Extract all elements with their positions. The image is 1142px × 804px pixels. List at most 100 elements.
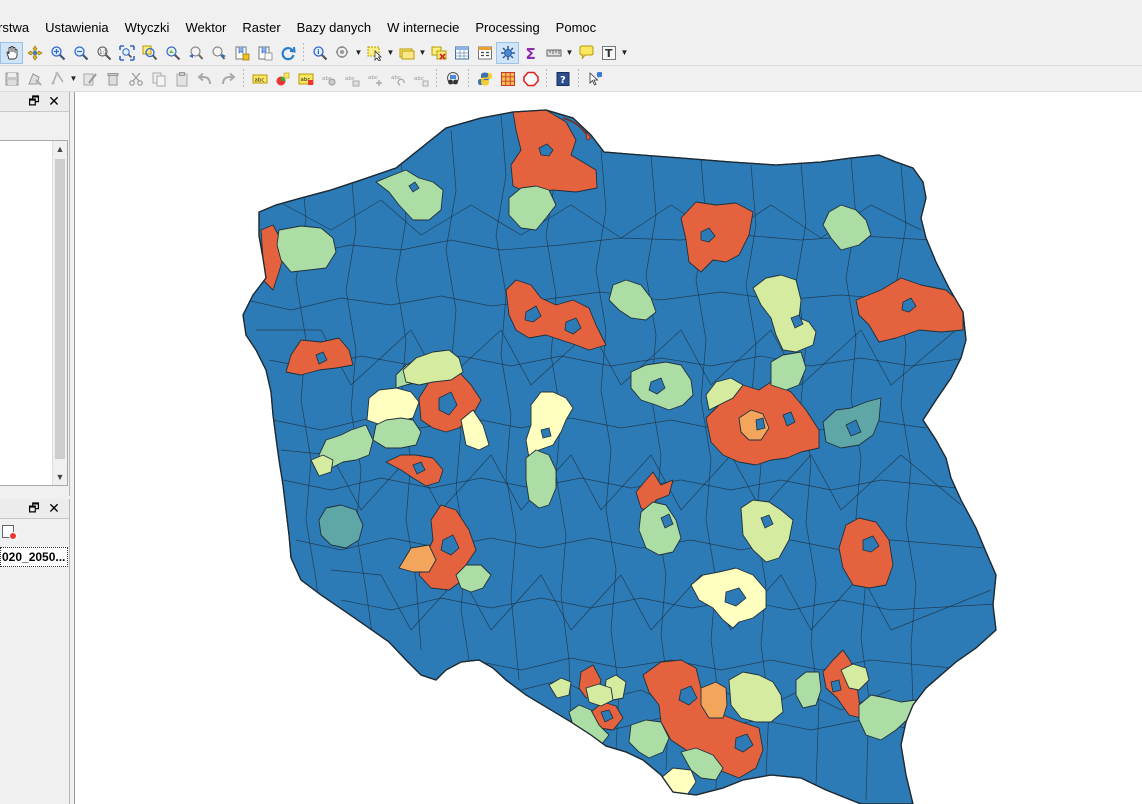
svg-text:Σ: Σ — [525, 45, 535, 61]
refresh-icon[interactable] — [276, 42, 299, 64]
layer-order-panel-titlebar: 🗗 ✕ — [0, 499, 69, 519]
show-bookmarks-icon[interactable] — [253, 42, 276, 64]
select-by-value-icon[interactable] — [395, 42, 418, 64]
save-edits-icon[interactable] — [0, 68, 23, 90]
region-lightgreen-konin — [372, 417, 422, 449]
change-label-icon[interactable]: abc — [409, 68, 432, 90]
scroll-down-icon[interactable]: ▼ — [53, 469, 67, 485]
zoom-to-layer-icon[interactable] — [161, 42, 184, 64]
text-annotation-icon[interactable]: T — [597, 42, 620, 64]
remove-layer-icon[interactable] — [2, 525, 17, 540]
svg-text:abc: abc — [414, 76, 424, 82]
menu-bar: rstwa Ustawienia Wtyczki Wektor Raster B… — [0, 16, 1142, 40]
digitize-icon[interactable] — [23, 68, 46, 90]
region-lightgreen-tarnow — [795, 671, 822, 709]
identify-icon[interactable]: i — [308, 42, 331, 64]
layers-panel-titlebar: 🗗 ✕ — [0, 92, 69, 112]
svg-text:?: ? — [560, 75, 566, 86]
run-action-icon[interactable] — [331, 42, 354, 64]
zoom-native-icon[interactable]: 1:1 — [92, 42, 115, 64]
layers-scrollbar[interactable]: ▲ ▼ — [52, 141, 67, 485]
svg-text:abc: abc — [254, 77, 264, 83]
scroll-thumb[interactable] — [55, 159, 65, 459]
layers-panel: 🗗 ✕ ▲ ▼ — [0, 92, 70, 496]
svg-text:abc: abc — [368, 75, 378, 81]
move-label-icon[interactable]: abc — [363, 68, 386, 90]
close-icon[interactable]: ✕ — [47, 501, 61, 515]
toolbar-separator — [468, 68, 469, 89]
toolbar-separator — [436, 68, 437, 89]
toolbar-separator — [578, 68, 579, 89]
float-icon[interactable]: 🗗 — [27, 501, 41, 515]
layer-item[interactable]: 020_2050... — [0, 547, 68, 567]
new-bookmark-icon[interactable] — [230, 42, 253, 64]
zoom-in-icon[interactable] — [46, 42, 69, 64]
zoom-next-icon[interactable] — [207, 42, 230, 64]
measure-icon[interactable] — [542, 42, 565, 64]
svg-text:i: i — [317, 48, 319, 56]
add-feature-dropdown-icon[interactable]: ▼ — [69, 74, 78, 83]
redo-icon[interactable] — [216, 68, 239, 90]
whats-this-icon[interactable] — [583, 68, 606, 90]
undo-icon[interactable] — [193, 68, 216, 90]
menu-ustawienia[interactable]: Ustawienia — [37, 16, 117, 40]
run-action-dropdown-icon[interactable]: ▼ — [354, 48, 363, 57]
select-features-dropdown-icon[interactable]: ▼ — [386, 48, 395, 57]
zoom-full-icon[interactable] — [115, 42, 138, 64]
pin-label-icon[interactable]: abc — [317, 68, 340, 90]
python-console-icon[interactable] — [473, 68, 496, 90]
layer-order-panel: 🗗 ✕ 020_2050... — [0, 499, 70, 804]
measure-dropdown-icon[interactable]: ▼ — [565, 48, 574, 57]
add-feature-icon[interactable] — [46, 68, 69, 90]
scroll-up-icon[interactable]: ▲ — [53, 141, 67, 157]
menu-w-internecie[interactable]: W internecie — [379, 16, 467, 40]
cut-features-icon[interactable] — [124, 68, 147, 90]
menu-processing[interactable]: Processing — [467, 16, 547, 40]
diagram-tool-icon[interactable] — [271, 68, 294, 90]
annotation-dropdown-icon[interactable]: ▼ — [620, 48, 629, 57]
field-calculator-icon[interactable] — [473, 42, 496, 64]
poland-choropleth-map — [242, 109, 997, 804]
copy-features-icon[interactable] — [147, 68, 170, 90]
menu-wtyczki[interactable]: Wtyczki — [117, 16, 178, 40]
svg-text:T: T — [605, 47, 613, 60]
select-features-icon[interactable] — [363, 42, 386, 64]
deselect-icon[interactable] — [427, 42, 450, 64]
statistics-icon[interactable] — [496, 41, 519, 64]
region-lightgreen-koszalin — [276, 225, 337, 273]
svg-text:1:1: 1:1 — [99, 49, 107, 55]
map-canvas[interactable] — [74, 92, 1142, 804]
toolbar-separator — [243, 68, 244, 89]
float-icon[interactable]: 🗗 — [27, 94, 41, 108]
attribute-table-icon[interactable] — [450, 42, 473, 64]
map-navigation-toolbar: 1:1 i ▼ ▼ ▼ Σ ▼ T ▼ — [0, 40, 1142, 66]
menu-warstwa[interactable]: rstwa — [0, 16, 37, 40]
select-by-value-dropdown-icon[interactable]: ▼ — [418, 48, 427, 57]
grid-plugin-icon[interactable] — [496, 68, 519, 90]
vertex-tool-icon[interactable] — [78, 68, 101, 90]
map-tips-icon[interactable] — [574, 42, 597, 64]
polygon-plugin-icon[interactable] — [519, 68, 542, 90]
menu-bazy-danych[interactable]: Bazy danych — [289, 16, 379, 40]
zoom-out-icon[interactable] — [69, 42, 92, 64]
menu-wektor[interactable]: Wektor — [177, 16, 234, 40]
help-icon[interactable]: ? — [551, 68, 574, 90]
show-hide-labels-icon[interactable]: abc — [340, 68, 363, 90]
digitizing-toolbar: ▼ abc abc abc abc abc abc abc ? — [0, 66, 1142, 92]
zoom-last-icon[interactable] — [184, 42, 207, 64]
highlight-label-icon[interactable]: abc — [294, 68, 317, 90]
layers-tree[interactable]: ▲ ▼ — [0, 140, 68, 486]
delete-selected-icon[interactable] — [101, 68, 124, 90]
qgis-window: rstwa Ustawienia Wtyczki Wektor Raster B… — [0, 0, 1142, 804]
menu-pomoc[interactable]: Pomoc — [548, 16, 604, 40]
pan-to-selection-icon[interactable] — [23, 42, 46, 64]
label-tool-icon[interactable]: abc — [248, 68, 271, 90]
plugin-manager-icon[interactable] — [441, 68, 464, 90]
sum-icon[interactable]: Σ — [519, 42, 542, 64]
rotate-label-icon[interactable]: abc — [386, 68, 409, 90]
paste-features-icon[interactable] — [170, 68, 193, 90]
zoom-to-selection-icon[interactable] — [138, 42, 161, 64]
menu-raster[interactable]: Raster — [234, 16, 288, 40]
close-icon[interactable]: ✕ — [47, 94, 61, 108]
pan-icon[interactable] — [0, 41, 23, 64]
